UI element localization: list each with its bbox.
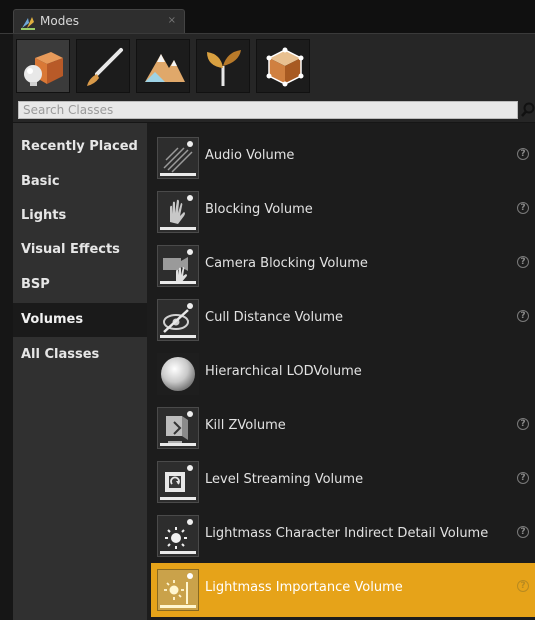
help-icon[interactable]: ? — [517, 202, 529, 214]
item-label: Blocking Volume — [205, 202, 313, 217]
blocking-volume-icon — [157, 191, 199, 233]
camera-blocking-volume-icon — [157, 245, 199, 287]
foliage-mode-icon — [207, 50, 241, 86]
class-list: Audio Volume ? Blocking Volume ? Camera … — [147, 123, 535, 620]
level-streaming-volume-icon — [157, 461, 199, 503]
list-item[interactable]: Hierarchical LODVolume — [147, 347, 535, 401]
modes-tab[interactable]: Modes × — [13, 9, 185, 33]
tab-strip: Modes × — [0, 0, 535, 34]
category-lights[interactable]: Lights — [13, 206, 147, 240]
tab-title: Modes — [40, 14, 79, 28]
list-item[interactable]: Level Streaming Volume ? — [147, 455, 535, 509]
item-label: Level Streaming Volume — [205, 472, 364, 487]
category-volumes[interactable]: Volumes — [13, 303, 147, 337]
help-icon[interactable]: ? — [517, 472, 529, 484]
item-label: Hierarchical LODVolume — [205, 364, 362, 379]
place-mode-icon — [24, 52, 63, 86]
geometry-mode-button[interactable] — [256, 39, 310, 93]
list-item[interactable]: Camera Blocking Volume ? — [147, 239, 535, 293]
list-item[interactable]: Blocking Volume ? — [147, 185, 535, 239]
cull-distance-volume-icon — [157, 299, 199, 341]
search-input[interactable] — [18, 101, 518, 119]
item-label: Kill ZVolume — [205, 418, 286, 433]
list-item[interactable]: Audio Volume ? — [147, 131, 535, 185]
item-label: Audio Volume — [205, 148, 295, 163]
list-item[interactable]: Cull Distance Volume ? — [147, 293, 535, 347]
mode-toolbar — [13, 34, 535, 98]
item-label: Lightmass Importance Volume — [205, 580, 403, 595]
paint-mode-button[interactable] — [76, 39, 130, 93]
audio-volume-icon — [157, 137, 199, 179]
paint-mode-icon — [87, 48, 123, 86]
modes-panel: Modes × Search Classes Recently Placed B… — [0, 0, 535, 620]
help-icon[interactable]: ? — [517, 310, 529, 322]
help-icon[interactable]: ? — [517, 580, 529, 592]
landscape-mode-icon — [145, 54, 185, 82]
list-item[interactable]: Lightmass Character Indirect Detail Volu… — [147, 509, 535, 563]
modes-tab-icon — [21, 17, 35, 30]
search-bar — [13, 98, 535, 122]
category-all-classes[interactable]: All Classes — [13, 345, 147, 379]
foliage-mode-button[interactable] — [196, 39, 250, 93]
category-visual-effects[interactable]: Visual Effects — [13, 240, 147, 274]
kill-z-volume-icon — [157, 407, 199, 449]
item-label: Cull Distance Volume — [205, 310, 343, 325]
lightmass-character-volume-icon — [157, 515, 199, 557]
item-label: Lightmass Character Indirect Detail Volu… — [205, 526, 489, 541]
help-icon[interactable]: ? — [517, 526, 529, 538]
landscape-mode-button[interactable] — [136, 39, 190, 93]
list-item-selected[interactable]: Lightmass Importance Volume ? — [151, 563, 535, 617]
help-icon[interactable]: ? — [517, 418, 529, 430]
help-icon[interactable]: ? — [517, 256, 529, 268]
lightmass-importance-volume-icon — [157, 569, 199, 611]
item-label: Camera Blocking Volume — [205, 256, 368, 271]
help-icon[interactable]: ? — [517, 148, 529, 160]
category-sidebar: Recently Placed Basic Lights Visual Effe… — [13, 123, 147, 620]
list-item[interactable]: Kill ZVolume ? — [147, 401, 535, 455]
category-recently-placed[interactable]: Recently Placed — [13, 137, 147, 171]
category-basic[interactable]: Basic — [13, 172, 147, 206]
geometry-mode-icon — [266, 47, 304, 87]
tab-close-icon[interactable]: × — [168, 15, 176, 26]
sphere-icon — [157, 353, 199, 395]
place-mode-button[interactable] — [16, 39, 70, 93]
search-icon[interactable] — [521, 102, 535, 118]
